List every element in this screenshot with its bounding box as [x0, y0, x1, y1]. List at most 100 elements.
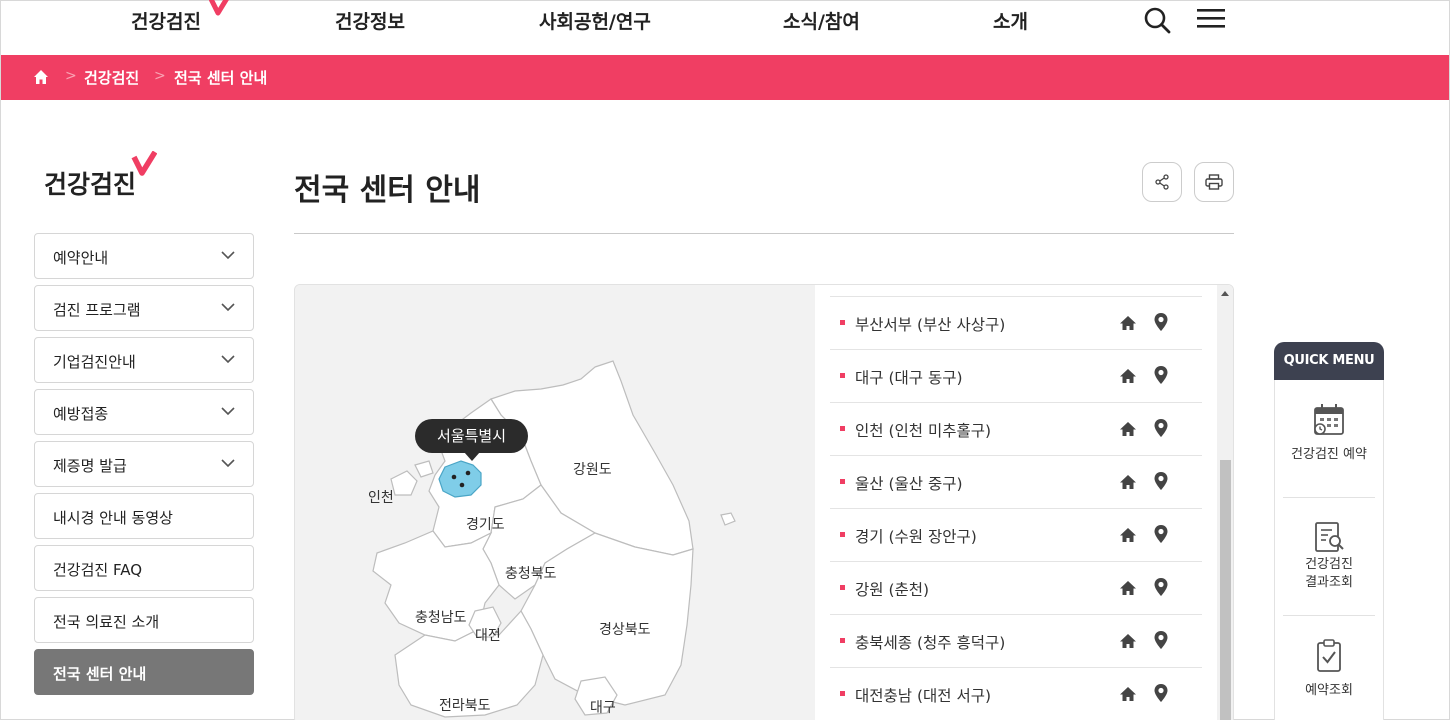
quick-item-label-line-2: 결과조회 — [1305, 575, 1353, 590]
breadcrumb-item-current[interactable]: 전국 센터 안내 — [174, 67, 267, 88]
korea-map[interactable]: 서울특별시 인천 강원도 경기도 충청북도 충청남도 대전 경상북도 전라북도 … — [295, 285, 815, 720]
quick-item-label-line-1: 건강검진 — [1305, 557, 1353, 572]
region-label-incheon[interactable]: 인천 — [368, 487, 394, 507]
region-label-chungbuk[interactable]: 충청북도 — [505, 563, 557, 583]
clipboard-check-icon — [1317, 639, 1341, 672]
hamburger-menu-icon[interactable] — [1197, 8, 1225, 30]
location-pin-icon[interactable] — [1153, 683, 1169, 707]
home-icon[interactable] — [1119, 527, 1137, 547]
home-icon[interactable] — [1119, 421, 1137, 441]
quick-item-label: 건강검진결과조회 — [1283, 556, 1375, 592]
share-button[interactable] — [1142, 162, 1182, 202]
sidebar-item-certificate[interactable]: 제증명 발급 — [34, 441, 254, 487]
sidebar-item-center-guide[interactable]: 전국 센터 안내 — [34, 649, 254, 695]
breadcrumb-item-health-checkup[interactable]: 건강검진 — [84, 67, 139, 88]
chevron-down-icon — [221, 303, 235, 312]
sidebar-item-label: 예약안내 — [53, 249, 109, 267]
center-list-item[interactable]: 부산서부 (부산 사상구) — [830, 297, 1202, 350]
location-pin-icon[interactable] — [1153, 312, 1169, 336]
center-name[interactable]: 부산서부 (부산 사상구) — [855, 313, 1005, 335]
region-label-daejeon[interactable]: 대전 — [475, 625, 501, 645]
sidebar-item-vaccination[interactable]: 예방접종 — [34, 389, 254, 435]
breadcrumb-separator-icon: > — [154, 68, 166, 84]
center-name[interactable]: 울산 (울산 중구) — [855, 472, 963, 494]
center-map-panel: 서울특별시 인천 강원도 경기도 충청북도 충청남도 대전 경상북도 전라북도 … — [294, 284, 1234, 720]
sidebar-item-label: 전국 센터 안내 — [53, 665, 147, 683]
nav-item-health-checkup[interactable]: 건강검진 — [131, 7, 201, 34]
bullet-icon — [840, 638, 845, 643]
bullet-icon — [840, 373, 845, 378]
share-icon — [1155, 174, 1169, 190]
home-icon[interactable] — [1119, 368, 1137, 388]
home-icon[interactable] — [1119, 315, 1137, 335]
region-label-gyeonggi[interactable]: 경기도 — [466, 514, 505, 534]
location-pin-icon[interactable] — [1153, 577, 1169, 601]
nav-item-news[interactable]: 소식/참여 — [783, 7, 860, 34]
document-search-icon — [1315, 522, 1344, 552]
center-list-item[interactable]: 울산 (울산 중구) — [830, 456, 1202, 509]
quick-item-label: 예약조회 — [1305, 683, 1353, 698]
checkmark-logo-icon — [131, 151, 157, 176]
location-pin-icon[interactable] — [1153, 524, 1169, 548]
scroll-up-arrow-icon[interactable] — [1221, 291, 1229, 296]
list-scrollbar[interactable] — [1217, 285, 1233, 720]
home-icon[interactable] — [1119, 474, 1137, 494]
sidebar-item-label: 기업검진안내 — [53, 353, 136, 371]
location-pin-icon[interactable] — [1153, 630, 1169, 654]
sidebar-item-faq[interactable]: 건강검진 FAQ — [34, 545, 254, 591]
quick-menu-title: QUICK MENU — [1274, 342, 1384, 380]
quick-menu: QUICK MENU 건강검진 예약 건강검진 결과조회 예약조회 — [1274, 342, 1384, 720]
location-pin-icon[interactable] — [1153, 471, 1169, 495]
center-name[interactable]: 충북세종 (청주 흥덕구) — [855, 631, 1005, 653]
chevron-down-icon — [221, 459, 235, 468]
home-icon[interactable] — [1119, 686, 1137, 706]
center-list-item[interactable]: 경기 (수원 장안구) — [830, 509, 1202, 562]
region-label-gyeongbuk[interactable]: 경상북도 — [599, 619, 651, 639]
home-icon[interactable] — [1119, 580, 1137, 600]
printer-icon — [1205, 174, 1223, 190]
nav-item-health-info[interactable]: 건강정보 — [335, 7, 405, 34]
breadcrumb: > 건강검진 > 전국 센터 안내 — [1, 55, 1449, 100]
sidebar-item-medical-staff[interactable]: 전국 의료진 소개 — [34, 597, 254, 643]
center-list: 부산서부 (부산 사상구) 대구 (대구 동구) 인천 (인천 미추홀구) 울산 (울… — [815, 285, 1233, 720]
region-label-gangwon[interactable]: 강원도 — [573, 459, 612, 479]
quick-item-reservation-lookup[interactable]: 예약조회 — [1283, 616, 1375, 720]
bullet-icon — [840, 532, 845, 537]
center-list-item[interactable]: 충북세종 (청주 흥덕구) — [830, 615, 1202, 668]
sidebar-item-label: 예방접종 — [53, 405, 109, 423]
quick-item-reservation[interactable]: 건강검진 예약 — [1283, 380, 1375, 498]
region-label-chungnam[interactable]: 충청남도 — [415, 607, 467, 627]
center-name[interactable]: 경기 (수원 장안구) — [855, 525, 977, 547]
center-name[interactable]: 대전충남 (대전 서구) — [855, 684, 991, 706]
sidebar-item-endoscopy-video[interactable]: 내시경 안내 동영상 — [34, 493, 254, 539]
search-icon[interactable] — [1143, 6, 1171, 34]
sidebar-item-checkup-program[interactable]: 검진 프로그램 — [34, 285, 254, 331]
quick-item-result-lookup[interactable]: 건강검진결과조회 — [1283, 498, 1375, 616]
center-list-item[interactable]: 대전충남 (대전 서구) — [830, 668, 1202, 720]
region-tooltip: 서울특별시 — [415, 419, 529, 461]
center-list-item[interactable]: 강원 (춘천) — [830, 562, 1202, 615]
quick-item-label: 건강검진 예약 — [1291, 447, 1367, 462]
sidebar-item-label: 건강검진 FAQ — [53, 561, 143, 579]
center-name[interactable]: 대구 (대구 동구) — [855, 366, 963, 388]
chevron-down-icon — [221, 251, 235, 260]
location-pin-icon[interactable] — [1153, 365, 1169, 389]
bullet-icon — [840, 426, 845, 431]
center-name[interactable]: 인천 (인천 미추홀구) — [855, 419, 991, 441]
nav-item-about[interactable]: 소개 — [993, 7, 1028, 34]
center-list-item[interactable]: 인천 (인천 미추홀구) — [830, 403, 1202, 456]
sidebar-item-corporate-checkup[interactable]: 기업검진안내 — [34, 337, 254, 383]
region-label-daegu[interactable]: 대구 — [590, 697, 616, 717]
scrollbar-thumb[interactable] — [1220, 460, 1231, 720]
chevron-down-icon — [221, 407, 235, 416]
region-label-jeonbuk[interactable]: 전라북도 — [439, 695, 491, 715]
nav-item-social-research[interactable]: 사회공헌/연구 — [539, 7, 651, 34]
title-divider — [294, 233, 1234, 234]
home-icon[interactable] — [33, 69, 49, 85]
center-list-item[interactable]: 대구 (대구 동구) — [830, 350, 1202, 403]
sidebar-item-reservation[interactable]: 예약안내 — [34, 233, 254, 279]
home-icon[interactable] — [1119, 633, 1137, 653]
print-button[interactable] — [1194, 162, 1234, 202]
center-name[interactable]: 강원 (춘천) — [855, 578, 929, 600]
location-pin-icon[interactable] — [1153, 418, 1169, 442]
